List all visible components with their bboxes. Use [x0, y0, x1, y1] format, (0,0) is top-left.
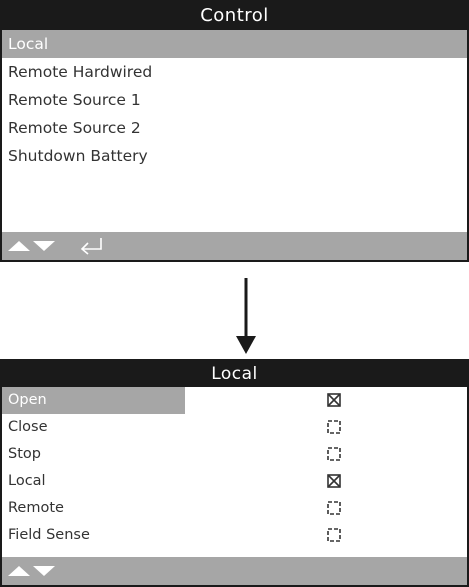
- menu-item-shutdown-battery[interactable]: Shutdown Battery: [2, 142, 467, 170]
- down-arrow-icon[interactable]: [33, 241, 55, 251]
- option-row-open[interactable]: Open: [2, 387, 467, 414]
- local-footer: [2, 557, 467, 585]
- option-label: Close: [8, 419, 48, 435]
- control-menu: Local Remote Hardwired Remote Source 1 R…: [2, 30, 467, 170]
- menu-item-remote-source-1[interactable]: Remote Source 1: [2, 86, 467, 114]
- option-row-field-sense[interactable]: Field Sense: [2, 522, 467, 549]
- local-title: Local: [2, 361, 467, 387]
- option-row-stop[interactable]: Stop: [2, 441, 467, 468]
- menu-item-local[interactable]: Local: [2, 30, 467, 58]
- menu-item-remote-source-2[interactable]: Remote Source 2: [2, 114, 467, 142]
- down-arrow-icon: [236, 278, 256, 354]
- unchecked-checkbox-icon[interactable]: [327, 528, 341, 542]
- control-footer: [2, 232, 467, 260]
- local-screen: Local Open Close Stop Local Remote Field…: [0, 359, 469, 587]
- checked-checkbox-icon[interactable]: [327, 393, 341, 407]
- option-row-close[interactable]: Close: [2, 414, 467, 441]
- unchecked-checkbox-icon[interactable]: [327, 420, 341, 434]
- down-arrow-icon[interactable]: [33, 566, 55, 576]
- option-label: Stop: [8, 446, 41, 462]
- option-label: Local: [8, 473, 46, 489]
- checked-checkbox-icon[interactable]: [327, 474, 341, 488]
- option-row-local[interactable]: Local: [2, 468, 467, 495]
- control-screen: Control Local Remote Hardwired Remote So…: [0, 0, 469, 262]
- option-label: Open: [2, 387, 185, 414]
- up-arrow-icon[interactable]: [8, 241, 30, 251]
- control-title: Control: [2, 2, 467, 30]
- unchecked-checkbox-icon[interactable]: [327, 501, 341, 515]
- option-row-remote[interactable]: Remote: [2, 495, 467, 522]
- option-label: Field Sense: [8, 527, 90, 543]
- up-arrow-icon[interactable]: [8, 566, 30, 576]
- unchecked-checkbox-icon[interactable]: [327, 447, 341, 461]
- enter-return-icon[interactable]: [80, 238, 102, 255]
- local-options-list: Open Close Stop Local Remote Field Sense: [2, 387, 467, 549]
- option-label: Remote: [8, 500, 64, 516]
- menu-item-remote-hardwired[interactable]: Remote Hardwired: [2, 58, 467, 86]
